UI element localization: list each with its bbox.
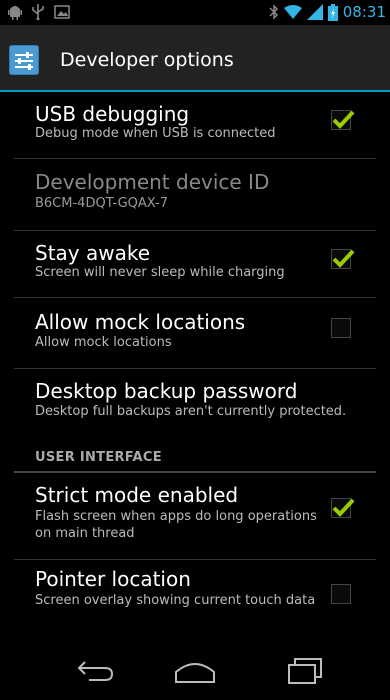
setting-summary: Desktop full backups aren't currently pr…: [35, 404, 347, 419]
setting-summary: B6CM-4DQT-GQAX-7: [35, 196, 169, 211]
back-button[interactable]: [65, 654, 125, 688]
checkmark-icon: [332, 249, 355, 268]
mock-locations-checkbox[interactable]: [331, 318, 351, 338]
setting-strict-mode[interactable]: Strict mode enabled Flash screen when ap…: [0, 473, 390, 551]
status-bar: 08:31: [0, 0, 390, 25]
settings-list[interactable]: USB debugging Debug mode when USB is con…: [0, 92, 390, 640]
action-bar: Developer options: [0, 25, 390, 92]
home-icon: [175, 663, 215, 683]
bluetooth-icon: [269, 4, 278, 20]
setting-summary: Flash screen when apps do long operation…: [35, 509, 317, 541]
usb-icon: [32, 4, 44, 20]
setting-summary: Debug mode when USB is connected: [35, 126, 276, 141]
home-button[interactable]: [165, 654, 225, 688]
navigation-bar: [0, 640, 390, 700]
setting-pointer-location[interactable]: Pointer location Screen overlay showing …: [0, 560, 390, 638]
gallery-icon: [54, 5, 70, 19]
setting-title: Allow mock locations: [35, 310, 246, 334]
setting-title: Development device ID: [35, 170, 270, 194]
setting-device-id: Development device ID B6CM-4DQT-GQAX-7: [0, 159, 390, 230]
setting-usb-debugging[interactable]: USB debugging Debug mode when USB is con…: [0, 92, 390, 158]
signal-icon: [306, 4, 323, 20]
battery-icon: [327, 3, 338, 21]
setting-mock-locations[interactable]: Allow mock locations Allow mock location…: [0, 298, 390, 368]
setting-summary: Allow mock locations: [35, 335, 172, 350]
wifi-icon: [283, 5, 302, 19]
stay-awake-checkbox[interactable]: [331, 249, 355, 269]
setting-title: Pointer location: [35, 567, 191, 591]
pointer-location-checkbox[interactable]: [331, 584, 351, 604]
clock-time: 08:31: [342, 3, 386, 21]
setting-stay-awake[interactable]: Stay awake Screen will never sleep while…: [0, 231, 390, 297]
recent-apps-button[interactable]: [275, 654, 335, 688]
android-debug-icon: [8, 6, 22, 20]
recent-apps-icon: [288, 658, 322, 684]
setting-title: USB debugging: [35, 102, 190, 126]
back-icon: [77, 661, 114, 681]
checkmark-icon: [332, 110, 355, 129]
page-title: Developer options: [60, 49, 234, 71]
usb-debugging-checkbox[interactable]: [331, 110, 355, 130]
strict-mode-checkbox[interactable]: [331, 498, 355, 518]
developer-options-icon[interactable]: [9, 45, 39, 75]
setting-summary: Screen overlay showing current touch dat…: [35, 593, 316, 608]
setting-title: Desktop backup password: [35, 379, 298, 403]
checkmark-icon: [332, 498, 355, 517]
section-header-user-interface: USER INTERFACE: [35, 450, 162, 465]
setting-summary: Screen will never sleep while charging: [35, 265, 285, 280]
setting-backup-password[interactable]: Desktop backup password Desktop full bac…: [0, 369, 390, 435]
setting-title: Stay awake: [35, 241, 151, 265]
setting-title: Strict mode enabled: [35, 483, 239, 507]
